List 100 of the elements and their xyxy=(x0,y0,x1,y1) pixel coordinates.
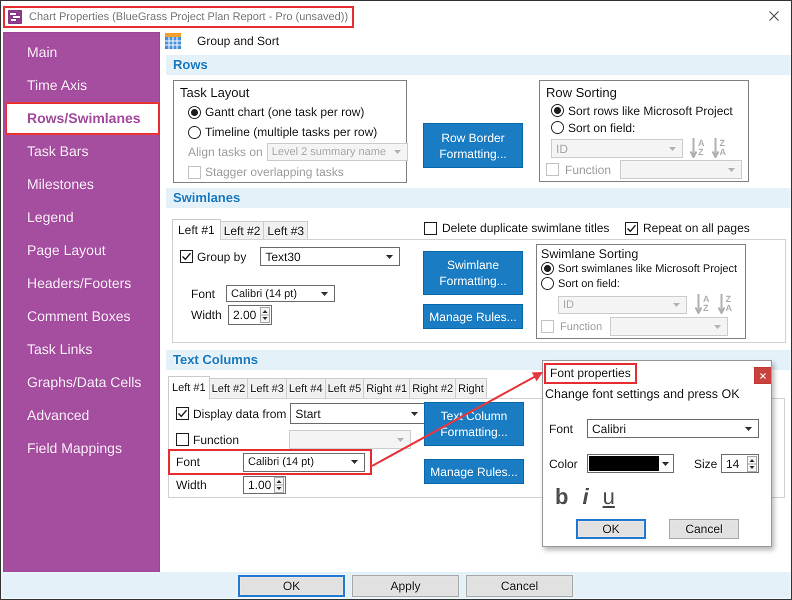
close-icon xyxy=(760,372,766,378)
radio-button[interactable] xyxy=(551,121,564,134)
sidebar-item[interactable]: Legend xyxy=(5,201,160,234)
bold-button[interactable]: b xyxy=(553,486,570,508)
radio-button[interactable] xyxy=(551,104,564,117)
caret-icon xyxy=(673,303,680,307)
number-spinner[interactable]: 2.00 xyxy=(228,305,272,325)
field-label: Color xyxy=(549,456,579,470)
caret-icon xyxy=(321,292,328,296)
checkbox[interactable] xyxy=(176,407,189,420)
checkbox-label: Stagger overlapping tasks xyxy=(205,165,344,179)
field-label: Font xyxy=(176,455,202,469)
field-label: Size xyxy=(694,456,718,470)
sidebar-item[interactable]: Comment Boxes xyxy=(5,300,160,333)
sidebar-item[interactable]: Field Mappings xyxy=(5,432,160,465)
tab[interactable]: Right #2 xyxy=(409,378,456,398)
checkbox-label: Display data from xyxy=(193,406,286,420)
manage-rules-button[interactable]: Manage Rules... xyxy=(424,459,524,484)
color-dropdown[interactable] xyxy=(587,454,674,473)
field-label: Font xyxy=(549,422,574,436)
tab[interactable]: Left #1 xyxy=(172,219,221,240)
dialog-button[interactable]: Cancel xyxy=(466,574,573,596)
dropdown[interactable]: Calibri (14 pt) xyxy=(226,285,335,302)
sidebar-item[interactable]: Advanced xyxy=(5,399,160,432)
sidebar-item[interactable]: Task Links xyxy=(5,333,160,366)
manage-rules-button[interactable]: Manage Rules... xyxy=(423,304,523,329)
checkbox-label: Delete duplicate swimlane titles xyxy=(442,221,610,235)
field-label: Width xyxy=(176,478,208,492)
sidebar-item[interactable]: Graphs/Data Cells xyxy=(5,366,160,399)
swimlane-formatting-button[interactable]: Swimlane Formatting... xyxy=(423,251,523,295)
tab[interactable]: Right xyxy=(455,378,487,398)
group-box-title: Task Layout xyxy=(180,84,250,102)
sidebar-item[interactable]: Time Axis xyxy=(5,69,160,102)
tab[interactable]: Left #3 xyxy=(247,378,287,398)
caret-icon xyxy=(669,146,676,150)
up-down-arrows-icon xyxy=(274,477,284,493)
down-arrow-icon xyxy=(690,138,697,158)
row-border-formatting-button[interactable]: Row Border Formatting... xyxy=(423,123,523,168)
checkbox-label: Function xyxy=(193,432,240,446)
caret-icon xyxy=(662,462,669,466)
tab[interactable]: Left #2 xyxy=(208,378,248,398)
radio-label: Sort on field: xyxy=(558,278,620,290)
checkbox-label: Group by xyxy=(197,250,246,264)
caret-icon xyxy=(351,460,358,464)
group-box-title: Swimlane Sorting xyxy=(541,247,640,261)
down-arrow-icon xyxy=(718,294,724,314)
caret-icon xyxy=(386,254,394,258)
number-spinner[interactable]: 14 xyxy=(721,454,759,473)
section-header: Rows xyxy=(166,55,791,75)
window-title: Chart Properties (BlueGrass Project Plan Report - Pro (unsaved)) xyxy=(29,11,348,23)
checkbox[interactable] xyxy=(424,222,437,234)
checkbox[interactable] xyxy=(180,250,193,263)
up-down-arrows-icon xyxy=(747,456,757,472)
sidebar-item[interactable]: Task Bars xyxy=(5,135,160,168)
tab[interactable]: Left #5 xyxy=(324,378,364,398)
tab[interactable]: Left #3 xyxy=(263,221,308,239)
underline-button[interactable]: u xyxy=(600,486,617,508)
dialog-button[interactable]: OK xyxy=(238,574,345,596)
sidebar-item[interactable]: Milestones xyxy=(5,168,160,201)
checkbox[interactable] xyxy=(625,222,638,234)
sidebar-item[interactable]: Main xyxy=(5,36,160,69)
tab[interactable]: Left #1 xyxy=(168,376,210,399)
checkbox-label: Function xyxy=(560,320,602,332)
down-arrow-icon xyxy=(695,294,702,314)
tab[interactable]: Left #4 xyxy=(286,378,326,398)
sidebar-item[interactable]: Page Layout xyxy=(5,234,160,267)
caret-icon xyxy=(394,150,401,154)
radio-label: Sort rows like Microsoft Project xyxy=(568,104,733,118)
radio-button[interactable] xyxy=(188,126,201,138)
dropdown[interactable]: Text30 xyxy=(260,247,400,266)
dropdown[interactable]: Start xyxy=(290,403,426,424)
radio-button[interactable] xyxy=(541,262,554,275)
field-label: Align tasks on xyxy=(188,145,263,159)
caret-icon xyxy=(714,324,721,328)
radio-label: Gantt chart (one task per row) xyxy=(205,105,364,119)
calendar-grid-icon xyxy=(165,33,181,49)
checkbox-label: Function xyxy=(565,162,612,176)
dialog-button[interactable]: OK xyxy=(576,519,646,539)
sidebar-item[interactable]: Headers/Footers xyxy=(5,267,160,300)
radio-button[interactable] xyxy=(541,277,554,290)
number-spinner[interactable]: 1.00 xyxy=(243,476,286,494)
close-button[interactable] xyxy=(754,367,771,384)
field-label: Font xyxy=(191,286,216,300)
tab[interactable]: Left #2 xyxy=(220,221,264,239)
dialog-button[interactable]: Apply xyxy=(352,574,459,596)
dialog-button[interactable]: Cancel xyxy=(669,519,739,539)
radio-label: Sort on field: xyxy=(568,120,636,134)
dropdown[interactable]: Calibri xyxy=(587,419,759,438)
close-icon[interactable] xyxy=(769,11,779,21)
radio-button[interactable] xyxy=(188,106,201,118)
sidebar-item[interactable]: Rows/Swimlanes xyxy=(5,102,160,135)
field-label: Width xyxy=(191,308,223,322)
checkbox[interactable] xyxy=(176,433,189,446)
caret-icon xyxy=(411,412,418,416)
up-down-arrows-icon xyxy=(260,307,270,323)
down-arrow-icon xyxy=(712,138,718,158)
dropdown[interactable]: Calibri (14 pt) xyxy=(243,452,365,472)
caret-icon xyxy=(728,168,735,172)
tab[interactable]: Right #1 xyxy=(363,378,410,398)
italic-button[interactable]: i xyxy=(580,486,591,508)
